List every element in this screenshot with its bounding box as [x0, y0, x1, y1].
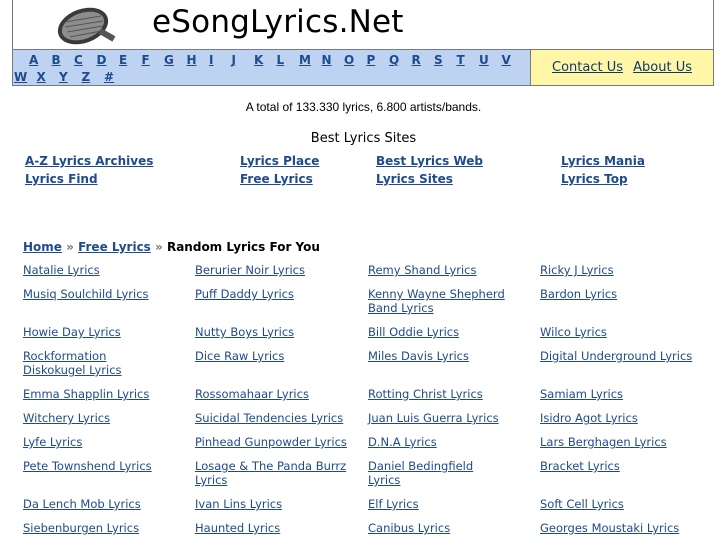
lyrics-link[interactable]: Haunted Lyrics: [195, 521, 350, 535]
breadcrumb-separator: »: [66, 240, 74, 254]
lyrics-link[interactable]: Da Lench Mob Lyrics: [23, 497, 168, 511]
letter-link[interactable]: V: [502, 52, 511, 68]
letter-link[interactable]: W: [14, 69, 27, 85]
lyrics-link[interactable]: Losage & The Panda Burrz Lyrics: [195, 459, 350, 487]
lyrics-link[interactable]: Isidro Agot Lyrics: [540, 411, 700, 425]
letter-link[interactable]: M: [299, 52, 311, 68]
best-sites-links: A-Z Lyrics Archives Lyrics Place Best Ly…: [0, 154, 727, 190]
breadcrumb-home-link[interactable]: Home: [23, 240, 62, 254]
letter-link[interactable]: T: [457, 52, 465, 68]
lyrics-total: A total of 133.330 lyrics, 6.800 artists…: [245, 100, 482, 114]
breadcrumb-separator: »: [155, 240, 163, 254]
alphabet-nav: A B C D E F G H I J K L M N O P Q R S T U V W X Y Z #: [13, 50, 530, 85]
lyrics-link[interactable]: Ivan Lins Lyrics: [195, 497, 350, 511]
letter-link[interactable]: H: [187, 52, 197, 68]
lyrics-link[interactable]: Lyfe Lyrics: [23, 435, 168, 449]
lyrics-link[interactable]: Ricky J Lyrics: [540, 263, 700, 277]
letter-link[interactable]: D: [97, 52, 107, 68]
lyrics-link[interactable]: Miles Davis Lyrics: [368, 349, 508, 363]
breadcrumb-current: Random Lyrics For You: [166, 240, 320, 254]
letter-link[interactable]: U: [479, 52, 489, 68]
lyrics-link[interactable]: Nutty Boys Lyrics: [195, 325, 350, 339]
letter-link[interactable]: E: [119, 52, 127, 68]
lyrics-link[interactable]: Georges Moustaki Lyrics: [540, 521, 700, 535]
best-site-link[interactable]: Free Lyrics: [240, 172, 313, 186]
letter-link[interactable]: L: [277, 52, 285, 68]
lyrics-link[interactable]: Kenny Wayne Shepherd Band Lyrics: [368, 287, 508, 315]
lyrics-link[interactable]: Witchery Lyrics: [23, 411, 168, 425]
site-header: eSongLyrics.Net ABCDEFGHI J KLMNOPQRSTUV WX…: [12, 0, 714, 86]
letter-link[interactable]: Q: [389, 52, 399, 68]
lyrics-link[interactable]: Natalie Lyrics: [23, 263, 168, 277]
best-site-link[interactable]: Lyrics Find: [25, 172, 98, 186]
best-sites-title: Best Lyrics Sites: [310, 131, 417, 146]
letter-link[interactable]: A: [29, 52, 38, 68]
best-site-link[interactable]: Lyrics Sites: [376, 172, 453, 186]
letter-link[interactable]: P: [367, 52, 376, 68]
best-site-link[interactable]: Best Lyrics Web: [376, 154, 483, 168]
letter-link[interactable]: S: [434, 52, 443, 68]
logo-banner: eSongLyrics.Net: [13, 0, 713, 50]
lyrics-link[interactable]: Bardon Lyrics: [540, 287, 700, 301]
lyrics-link[interactable]: Rockformation Diskokugel Lyrics: [23, 349, 168, 377]
microphone-logo-icon: [57, 7, 116, 45]
letter-link[interactable]: G: [164, 52, 174, 68]
lyrics-link[interactable]: Rossomahaar Lyrics: [195, 387, 350, 401]
lyrics-link[interactable]: Rotting Christ Lyrics: [368, 387, 508, 401]
site-title[interactable]: eSongLyrics.Net: [152, 4, 404, 40]
lyrics-link[interactable]: Pinhead Gunpowder Lyrics: [195, 435, 350, 449]
lyrics-link[interactable]: Pete Townshend Lyrics: [23, 459, 168, 473]
contact-box: Contact Us About Us: [530, 50, 713, 85]
best-site-link[interactable]: Lyrics Top: [561, 172, 628, 186]
lyrics-link[interactable]: Canibus Lyrics: [368, 521, 508, 535]
breadcrumb-free-lyrics-link[interactable]: Free Lyrics: [78, 240, 151, 254]
letter-link[interactable]: Y: [59, 69, 68, 85]
lyrics-link[interactable]: D.N.A Lyrics: [368, 435, 508, 449]
lyrics-link[interactable]: Juan Luis Guerra Lyrics: [368, 411, 508, 425]
lyrics-link[interactable]: Bill Oddie Lyrics: [368, 325, 508, 339]
lyrics-link[interactable]: Digital Underground Lyrics: [540, 349, 700, 363]
lyrics-link[interactable]: Musiq Soulchild Lyrics: [23, 287, 168, 301]
lyrics-link[interactable]: Puff Daddy Lyrics: [195, 287, 350, 301]
contact-us-link[interactable]: Contact Us: [552, 60, 623, 75]
breadcrumb: Home » Free Lyrics » Random Lyrics For Y…: [23, 240, 320, 254]
lyrics-link[interactable]: Dice Raw Lyrics: [195, 349, 350, 363]
lyrics-link[interactable]: Siebenburgen Lyrics: [23, 521, 168, 535]
about-us-link[interactable]: About Us: [633, 60, 692, 75]
lyrics-link[interactable]: Daniel Bedingfield Lyrics: [368, 459, 508, 487]
letter-link[interactable]: N: [322, 52, 332, 68]
letter-link[interactable]: I: [209, 52, 213, 68]
letter-link[interactable]: K: [254, 52, 263, 68]
letter-link[interactable]: B: [52, 52, 61, 68]
letter-link[interactable]: C: [74, 52, 83, 68]
lyrics-link[interactable]: Samiam Lyrics: [540, 387, 700, 401]
lyrics-link[interactable]: Soft Cell Lyrics: [540, 497, 700, 511]
best-site-link[interactable]: A-Z Lyrics Archives: [25, 154, 153, 168]
lyrics-link[interactable]: Emma Shapplin Lyrics: [23, 387, 168, 401]
lyrics-link[interactable]: Suicidal Tendencies Lyrics: [195, 411, 350, 425]
lyrics-link[interactable]: Howie Day Lyrics: [23, 325, 168, 339]
lyrics-link[interactable]: Elf Lyrics: [368, 497, 508, 511]
letter-link[interactable]: O: [344, 52, 354, 68]
letter-link[interactable]: R: [412, 52, 421, 68]
letter-link[interactable]: Z: [82, 69, 91, 85]
lyrics-link[interactable]: Remy Shand Lyrics: [368, 263, 508, 277]
best-site-link[interactable]: Lyrics Place: [240, 154, 319, 168]
lyrics-link[interactable]: Bracket Lyrics: [540, 459, 700, 473]
lyrics-link[interactable]: Wilco Lyrics: [540, 325, 700, 339]
letter-link[interactable]: #: [104, 69, 114, 85]
letter-link[interactable]: J: [232, 52, 236, 68]
lyrics-link[interactable]: Lars Berghagen Lyrics: [540, 435, 700, 449]
letter-link[interactable]: F: [142, 52, 150, 68]
letter-link[interactable]: X: [37, 69, 46, 85]
best-site-link[interactable]: Lyrics Mania: [561, 154, 645, 168]
lyrics-link[interactable]: Berurier Noir Lyrics: [195, 263, 350, 277]
